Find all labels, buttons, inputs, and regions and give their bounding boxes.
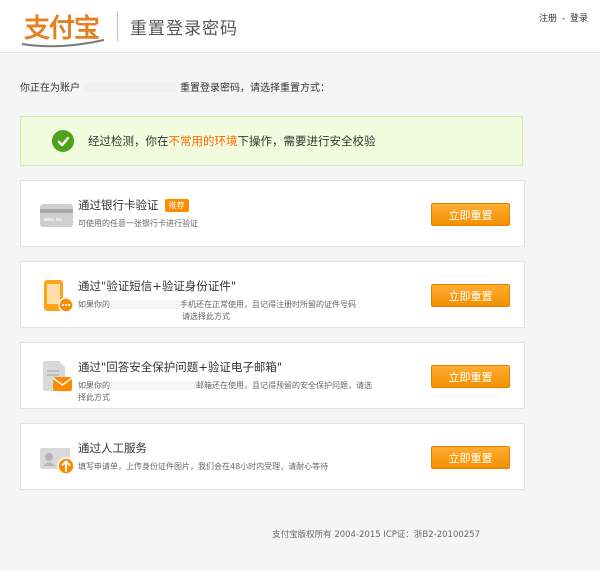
- id-upload-icon: [40, 448, 75, 475]
- notice-part2: 下操作，需要进行安全校验: [237, 134, 376, 148]
- notice-part1: 经过检测，你在: [88, 134, 169, 148]
- option-question-email: 通过"回答安全保护问题+验证电子邮箱" 如果你的 邮箱还在使用，且记得预留的安全保…: [20, 342, 525, 409]
- option-manual-service: 通过人工服务 填写申请单，上传身份证件图片，我们会在48小时内受理，请耐心等待 …: [20, 423, 525, 490]
- logo-divider: [117, 11, 119, 41]
- recommended-badge: 推荐: [164, 198, 189, 212]
- login-link[interactable]: 登录: [570, 14, 588, 24]
- security-notice: 经过检测，你在不常用的环境下操作，需要进行安全校验: [20, 116, 523, 166]
- option-desc: 如果你的 手机还在正常使用，且记得注册时所留的证件号码 请选择此方式: [78, 299, 398, 323]
- option-title-text: 通过"验证短信+验证身份证件": [78, 279, 237, 293]
- account-line: 你正在为账户 重置登录密码，请选择重置方式：: [20, 79, 580, 94]
- masked-account: [84, 81, 176, 92]
- notice-highlight: 不常用的环境: [168, 134, 238, 148]
- option-desc: 可使用的任意一张银行卡进行验证: [78, 219, 198, 228]
- desc-part-b: 邮箱还在使用，且记得预留的安全保护问题，请选: [196, 381, 372, 390]
- option-title: 通过"验证短信+验证身份证件": [78, 278, 236, 294]
- link-separator: -: [561, 14, 566, 24]
- account-prefix: 你正在为账户: [20, 83, 80, 94]
- desc-part-a: 如果你的: [78, 300, 110, 309]
- account-suffix: 重置登录密码，请选择重置方式：: [180, 83, 330, 94]
- header: 支付宝 重置登录密码 注册 - 登录: [0, 0, 600, 53]
- option-desc: 如果你的 邮箱还在使用，且记得预留的安全保护问题，请选 择此方式: [78, 380, 398, 404]
- option-title: 通过人工服务: [78, 440, 147, 456]
- notice-text: 经过检测，你在不常用的环境下操作，需要进行安全校验: [88, 133, 376, 149]
- footer-copyright: 支付宝版权所有 2004-2015 ICP证：浙B2-20100257: [272, 530, 480, 540]
- desc-part-c: 请选择此方式: [182, 312, 230, 321]
- option-sms-id: 通过"验证短信+验证身份证件" 如果你的 手机还在正常使用，且记得注册时所留的证件…: [20, 261, 525, 328]
- logo-swoosh-icon: [21, 38, 105, 47]
- alipay-logo: 支付宝: [20, 8, 105, 47]
- header-links: 注册 - 登录: [539, 11, 588, 24]
- masked-text: [110, 300, 180, 309]
- option-title-text: 通过银行卡验证: [78, 198, 159, 212]
- reset-button-question-email[interactable]: 立即重置: [431, 365, 510, 388]
- masked-text: [110, 381, 196, 390]
- option-title: 通过"回答安全保护问题+验证电子邮箱": [78, 359, 282, 375]
- main-content: 你正在为账户 重置登录密码，请选择重置方式： 经过检测，你在不常用的环境下操作，…: [0, 79, 600, 540]
- desc-part-a: 如果你的: [78, 381, 110, 390]
- register-link[interactable]: 注册: [539, 14, 557, 24]
- mobile-phone-icon: [44, 280, 74, 313]
- option-title-text: 通过"回答安全保护问题+验证电子邮箱": [78, 360, 283, 374]
- option-bank-card: 通过银行卡验证 推荐 可使用的任意一张银行卡进行验证 立即重置: [20, 180, 525, 247]
- option-desc: 填写申请单，上传身份证件图片，我们会在48小时内受理，请耐心等待: [78, 462, 329, 471]
- option-title: 通过银行卡验证 推荐: [78, 197, 189, 213]
- option-title-text: 通过人工服务: [78, 441, 147, 455]
- document-mail-icon: [43, 361, 73, 391]
- reset-button-manual-service[interactable]: 立即重置: [431, 446, 510, 469]
- check-icon: [52, 130, 74, 152]
- desc-part-b: 手机还在正常使用，且记得注册时所留的证件号码: [180, 300, 356, 309]
- desc-part-c: 择此方式: [78, 393, 110, 402]
- reset-button-bank-card[interactable]: 立即重置: [431, 203, 510, 226]
- logo[interactable]: 支付宝 重置登录密码: [20, 8, 239, 47]
- bank-card-icon: [40, 204, 73, 227]
- page-title: 重置登录密码: [130, 18, 239, 39]
- reset-button-sms-id[interactable]: 立即重置: [431, 284, 510, 307]
